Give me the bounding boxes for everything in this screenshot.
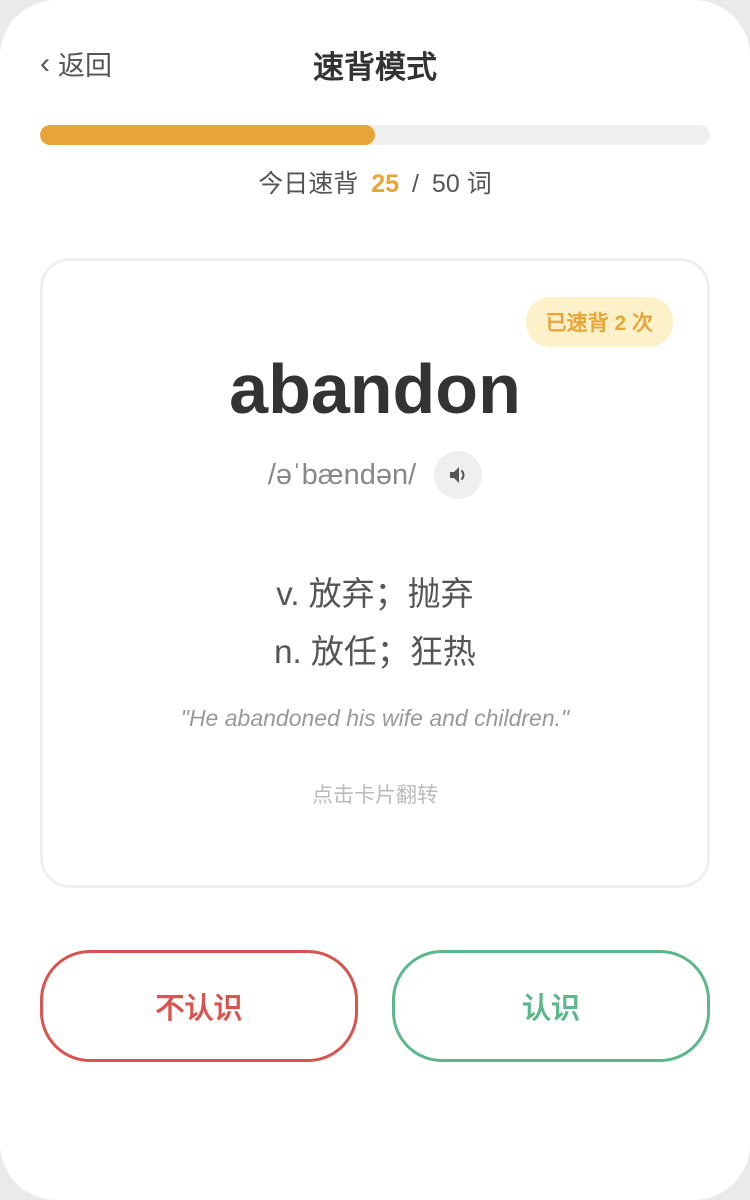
page-title: 速背模式 — [313, 50, 437, 85]
dont-know-button[interactable]: 不认识 — [40, 950, 358, 1062]
phonetic-text: /əˈbændən/ — [267, 458, 417, 491]
phonetic-row: /əˈbændən/ — [43, 451, 707, 499]
flip-hint: 点击卡片翻转 — [312, 784, 438, 807]
review-count-badge: 已速背 2 次 — [525, 297, 673, 347]
header: ‹ 返回 速背模式 — [0, 0, 750, 128]
progress-counter: 今日速背 25 / 50 词 — [0, 164, 750, 200]
progress-bar-fill — [40, 125, 375, 145]
progress-separator: / — [412, 170, 419, 198]
app-screen: ‹ 返回 速背模式 今日速背 25 / 50 词 已速背 2 次 abandon… — [0, 0, 750, 1200]
example-sentence: "He abandoned his wife and children." — [180, 705, 570, 731]
progress-unit: 词 — [466, 170, 492, 198]
progress-bar — [40, 125, 710, 145]
definition-verb: v. 放弃；抛弃 — [276, 575, 474, 612]
play-pronunciation-button[interactable] — [434, 451, 483, 499]
flashcard[interactable]: 已速背 2 次 abandon /əˈbændən/ v. 放弃；抛弃 n. 放… — [40, 258, 710, 888]
progress-total: 50 — [431, 170, 460, 198]
progress-prefix: 今日速背 — [258, 170, 359, 198]
definition-noun: n. 放任；狂热 — [274, 633, 476, 670]
speaker-icon — [450, 467, 465, 483]
word-headword: abandon — [229, 350, 521, 428]
progress-current: 25 — [371, 170, 400, 198]
know-button[interactable]: 认识 — [392, 950, 710, 1062]
